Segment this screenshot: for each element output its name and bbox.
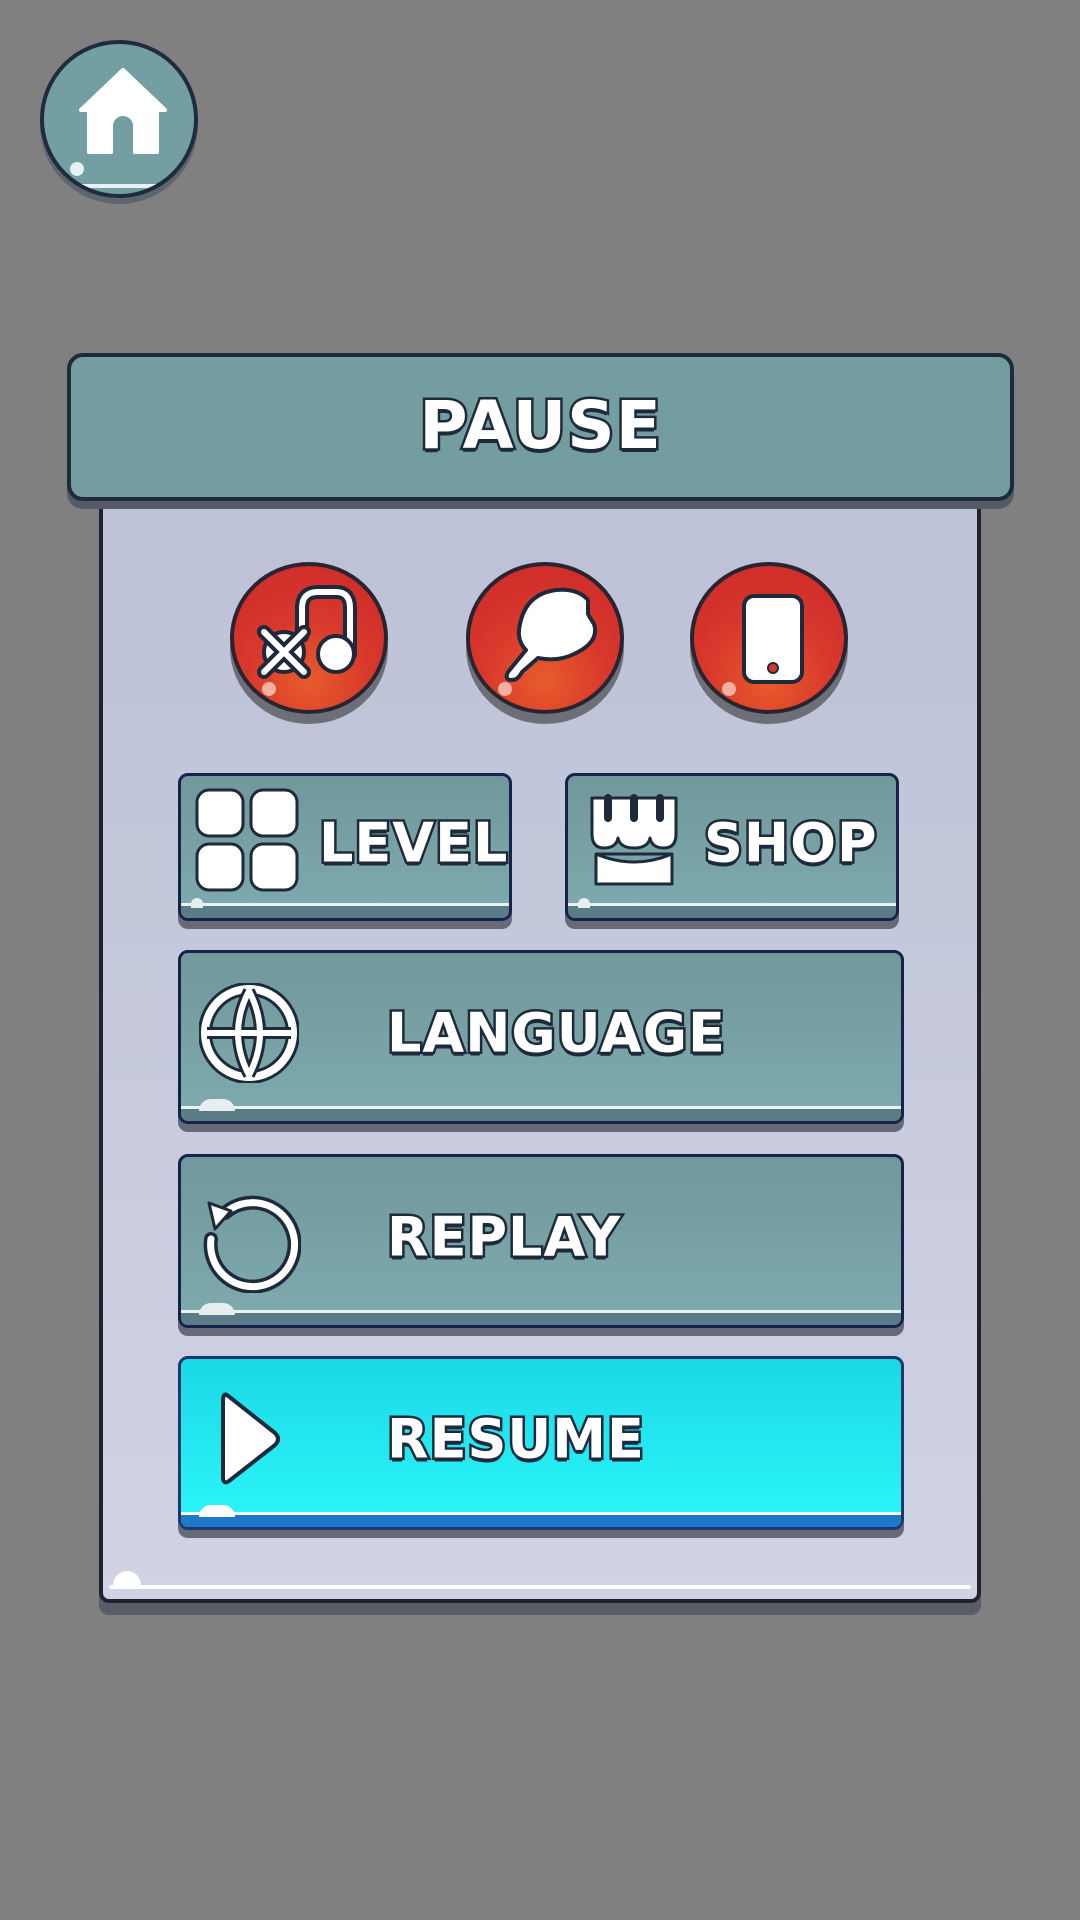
vibration-toggle-button[interactable]	[690, 562, 848, 714]
sound-toggle-button[interactable]	[466, 562, 624, 714]
button-shine	[498, 682, 512, 696]
replay-label: REPLAY	[384, 1203, 622, 1271]
button-shine	[70, 162, 84, 176]
button-shine	[722, 682, 736, 696]
button-rim	[568, 903, 896, 918]
grid-icon	[195, 788, 299, 892]
button-rim	[181, 1106, 901, 1121]
home-icon	[79, 68, 167, 154]
button-rim	[181, 1512, 901, 1527]
shop-icon	[590, 794, 678, 886]
panel-header: PAUSE	[67, 353, 1014, 501]
speaker-muted-icon	[504, 587, 597, 682]
play-icon	[221, 1392, 280, 1485]
button-rim	[181, 1310, 901, 1325]
music-toggle-button[interactable]	[230, 562, 388, 714]
language-label: LANGUAGE	[385, 999, 728, 1067]
page-title: PAUSE	[417, 384, 664, 466]
button-shine	[199, 1099, 235, 1111]
shop-button[interactable]: SHOP	[565, 773, 899, 921]
level-button[interactable]: LEVEL	[178, 773, 512, 921]
button-shine	[262, 682, 276, 696]
resume-label: RESUME	[385, 1405, 647, 1473]
button-rim	[50, 172, 188, 188]
home-button[interactable]	[40, 40, 198, 198]
replay-icon	[203, 1195, 301, 1293]
replay-button[interactable]: REPLAY	[178, 1154, 904, 1328]
panel-rim	[109, 1585, 971, 1589]
language-button[interactable]: LANGUAGE	[178, 950, 904, 1124]
level-label: LEVEL	[316, 809, 509, 877]
phone-icon	[742, 594, 804, 684]
button-shine	[199, 1505, 235, 1517]
button-rim	[181, 903, 509, 918]
shop-label: SHOP	[702, 809, 880, 877]
button-shine	[199, 1303, 235, 1315]
button-shine	[578, 898, 590, 908]
globe-icon	[199, 983, 299, 1083]
panel-shine	[113, 1571, 141, 1585]
music-muted-icon	[257, 585, 357, 679]
resume-button[interactable]: RESUME	[178, 1356, 904, 1530]
button-shine	[191, 898, 203, 908]
